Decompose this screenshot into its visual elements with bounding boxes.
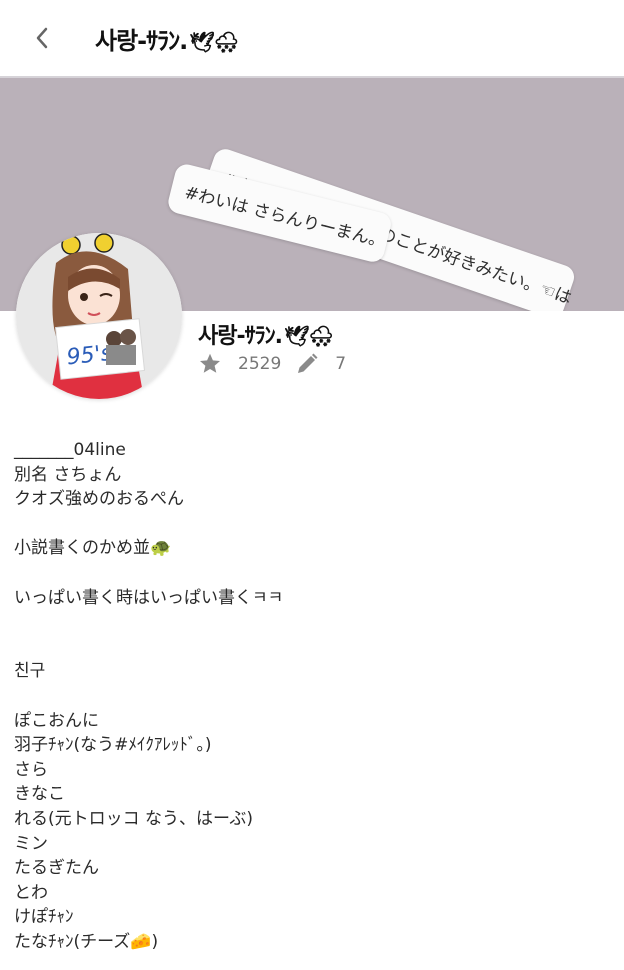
profile-stats: 2529 7 (198, 352, 346, 376)
bio-line: とわ (14, 882, 48, 903)
bio-line: クオズ強めのおるぺん (14, 489, 184, 510)
avatar[interactable]: 95's (16, 233, 182, 399)
bio-line: 친구 (14, 661, 46, 682)
bio-line (14, 512, 614, 537)
bio-line (14, 610, 614, 635)
bio-line: 小説書くのかめ並🐢 (14, 538, 172, 559)
pencil-icon (295, 352, 319, 376)
bio-line: ぽこおんに (14, 710, 99, 731)
top-bar: 사랑-ｻﾗﾝ. 🕊🌨 (0, 0, 624, 78)
bio-line: たるぎたん (14, 858, 99, 879)
bio-line: ミン (14, 833, 48, 854)
bio-line: けぽﾁｬﾝ (14, 907, 74, 928)
bio-line: _______04line (14, 440, 126, 460)
bio-line: れる(元トロッコ なう、はーぶ) (14, 808, 253, 829)
chevron-left-icon (36, 27, 48, 49)
dove-snow-icon: 🕊🌨 (283, 324, 334, 348)
page-title-text: 사랑-ｻﾗﾝ. (95, 26, 188, 55)
bio-line (14, 561, 614, 586)
bio-line: いっぱい書く時はいっぱい書くㅋㅋ (14, 587, 284, 608)
bio-text: _______04line 別名 さちょん クオズ強めのおるぺん 小説書くのかめ… (14, 438, 614, 954)
post-count: 7 (335, 354, 347, 374)
scroll-fade (0, 954, 624, 970)
star-icon (198, 352, 222, 376)
dove-snow-icon: 🕊🌨 (189, 29, 239, 54)
bio-line: 別名 さちょん (14, 464, 122, 485)
avatar-image: 95's (16, 233, 182, 399)
bio-line: さら (14, 759, 48, 780)
back-button[interactable] (27, 23, 57, 53)
profile-name-text: 사랑-ｻﾗﾝ. (198, 324, 283, 349)
bio-line (14, 635, 614, 660)
bio-line: きなこ (14, 784, 65, 805)
page-title: 사랑-ｻﾗﾝ. 🕊🌨 (95, 21, 239, 56)
reputation-count: 2529 (238, 354, 282, 374)
banner-tag-text: #わいは さらんりーまん。 (182, 182, 388, 252)
profile-name: 사랑-ｻﾗﾝ. 🕊🌨 (198, 318, 334, 350)
bio-line: たなﾁｬﾝ(チーズ🧀) (14, 931, 159, 952)
bio-line: 羽子ﾁｬﾝ(なう#ﾒｲｸｱﾚｯﾄﾞ。) (14, 735, 212, 756)
bio-line (14, 684, 614, 709)
